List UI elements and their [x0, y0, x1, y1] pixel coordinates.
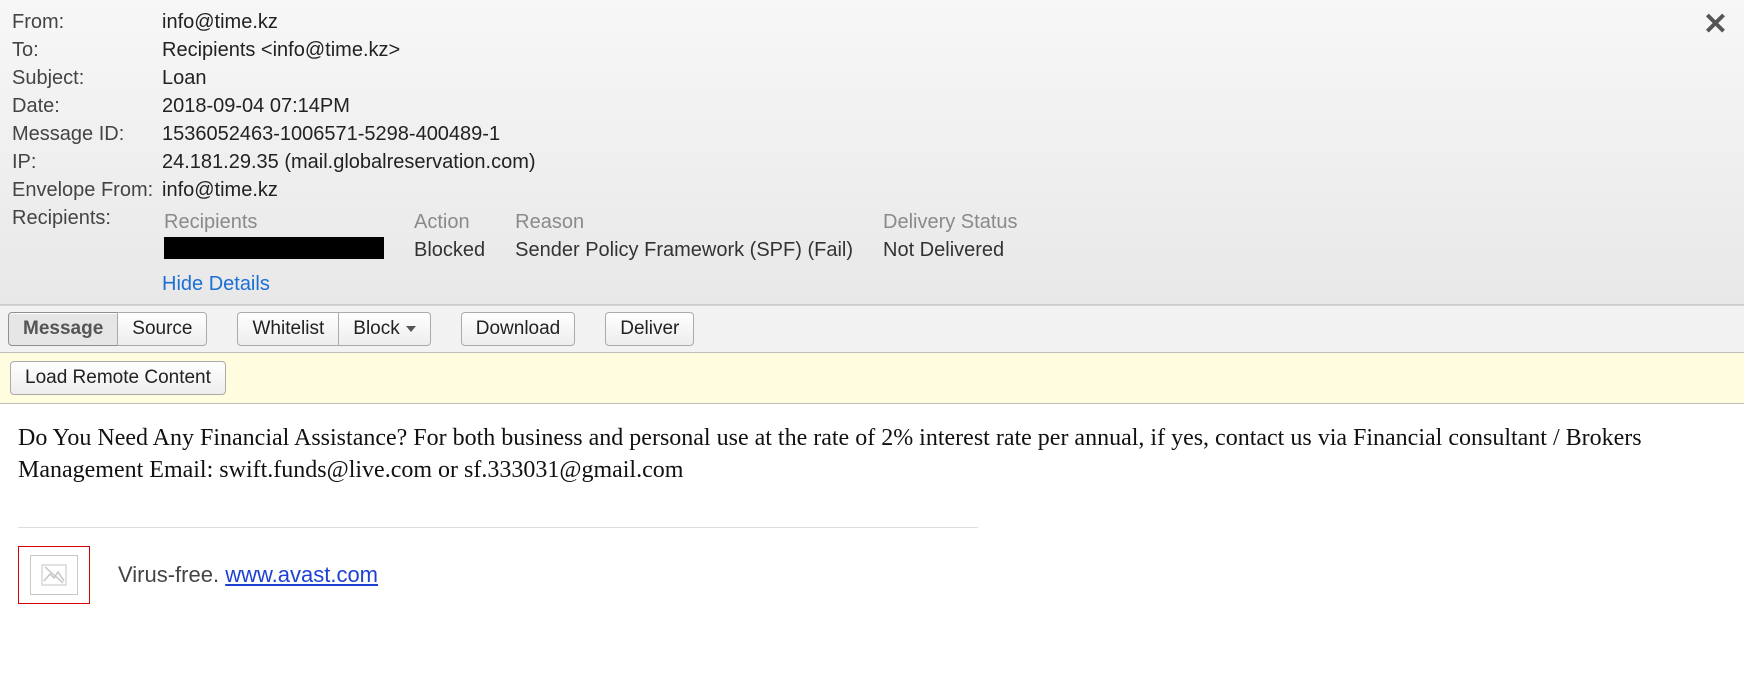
- message-header: ✕ From: info@time.kz To: Recipients <inf…: [0, 0, 1744, 305]
- label-message-id: Message ID:: [12, 121, 162, 147]
- value-from: info@time.kz: [162, 9, 278, 35]
- label-to: To:: [12, 37, 162, 63]
- header-row-ip: IP: 24.181.29.35 (mail.globalreservation…: [12, 148, 1732, 176]
- header-row-recipients: Recipients: Recipients Action Reason Del…: [12, 204, 1732, 269]
- deliver-button[interactable]: Deliver: [605, 312, 694, 346]
- body-text: Do You Need Any Financial Assistance? Fo…: [18, 422, 1726, 487]
- broken-image-svg: [41, 564, 67, 586]
- action-toolbar: Message Source Whitelist Block Download …: [0, 305, 1744, 353]
- block-label: Block: [353, 318, 399, 339]
- cell-reason: Sender Policy Framework (SPF) (Fail): [515, 237, 881, 266]
- load-remote-content-button[interactable]: Load Remote Content: [10, 361, 226, 395]
- redacted-recipient: [164, 237, 384, 259]
- header-row-from: From: info@time.kz: [12, 8, 1732, 36]
- hide-details-link[interactable]: Hide Details: [162, 269, 270, 298]
- signature-separator: [18, 527, 978, 528]
- recipients-table-header: Recipients Action Reason Delivery Status: [164, 209, 1046, 235]
- message-body: Do You Need Any Financial Assistance? Fo…: [0, 404, 1744, 634]
- tab-message[interactable]: Message: [8, 312, 118, 346]
- virus-free-label: Virus-free.: [118, 562, 225, 587]
- value-date: 2018-09-04 07:14PM: [162, 93, 350, 119]
- recipients-table-wrap: Recipients Action Reason Delivery Status…: [162, 205, 1048, 268]
- value-envelope-from: info@time.kz: [162, 177, 278, 203]
- header-row-envelope-from: Envelope From: info@time.kz: [12, 176, 1732, 204]
- label-from: From:: [12, 9, 162, 35]
- label-recipients: Recipients:: [12, 205, 162, 268]
- value-message-id: 1536052463-1006571-5298-400489-1: [162, 121, 500, 147]
- cell-action: Blocked: [414, 237, 513, 266]
- header-row-to: To: Recipients <info@time.kz>: [12, 36, 1732, 64]
- cell-delivery-status: Not Delivered: [883, 237, 1046, 266]
- close-icon[interactable]: ✕: [1703, 10, 1728, 40]
- table-row: Blocked Sender Policy Framework (SPF) (F…: [164, 237, 1046, 266]
- value-ip: 24.181.29.35 (mail.globalreservation.com…: [162, 149, 536, 175]
- col-delivery-status: Delivery Status: [883, 209, 1046, 235]
- col-recipients: Recipients: [164, 209, 412, 235]
- download-button[interactable]: Download: [461, 312, 576, 346]
- header-row-message-id: Message ID: 1536052463-1006571-5298-4004…: [12, 120, 1732, 148]
- label-envelope-from: Envelope From:: [12, 177, 162, 203]
- remote-content-bar: Load Remote Content: [0, 353, 1744, 404]
- signature-row: Virus-free. www.avast.com: [18, 546, 1726, 604]
- label-subject: Subject:: [12, 65, 162, 91]
- col-action: Action: [414, 209, 513, 235]
- avast-link[interactable]: www.avast.com: [225, 562, 378, 587]
- broken-image-icon: [30, 555, 78, 595]
- col-reason: Reason: [515, 209, 881, 235]
- blocked-image-placeholder: [18, 546, 90, 604]
- header-row-subject: Subject: Loan: [12, 64, 1732, 92]
- view-toggle-group: Message Source: [8, 312, 207, 346]
- allow-block-group: Whitelist Block: [237, 312, 430, 346]
- label-ip: IP:: [12, 149, 162, 175]
- tab-source[interactable]: Source: [117, 312, 207, 346]
- signature-text: Virus-free. www.avast.com: [118, 560, 378, 590]
- value-subject: Loan: [162, 65, 207, 91]
- whitelist-button[interactable]: Whitelist: [237, 312, 339, 346]
- chevron-down-icon: [406, 326, 416, 332]
- label-date: Date:: [12, 93, 162, 119]
- block-button[interactable]: Block: [338, 312, 430, 346]
- header-row-date: Date: 2018-09-04 07:14PM: [12, 92, 1732, 120]
- value-to: Recipients <info@time.kz>: [162, 37, 400, 63]
